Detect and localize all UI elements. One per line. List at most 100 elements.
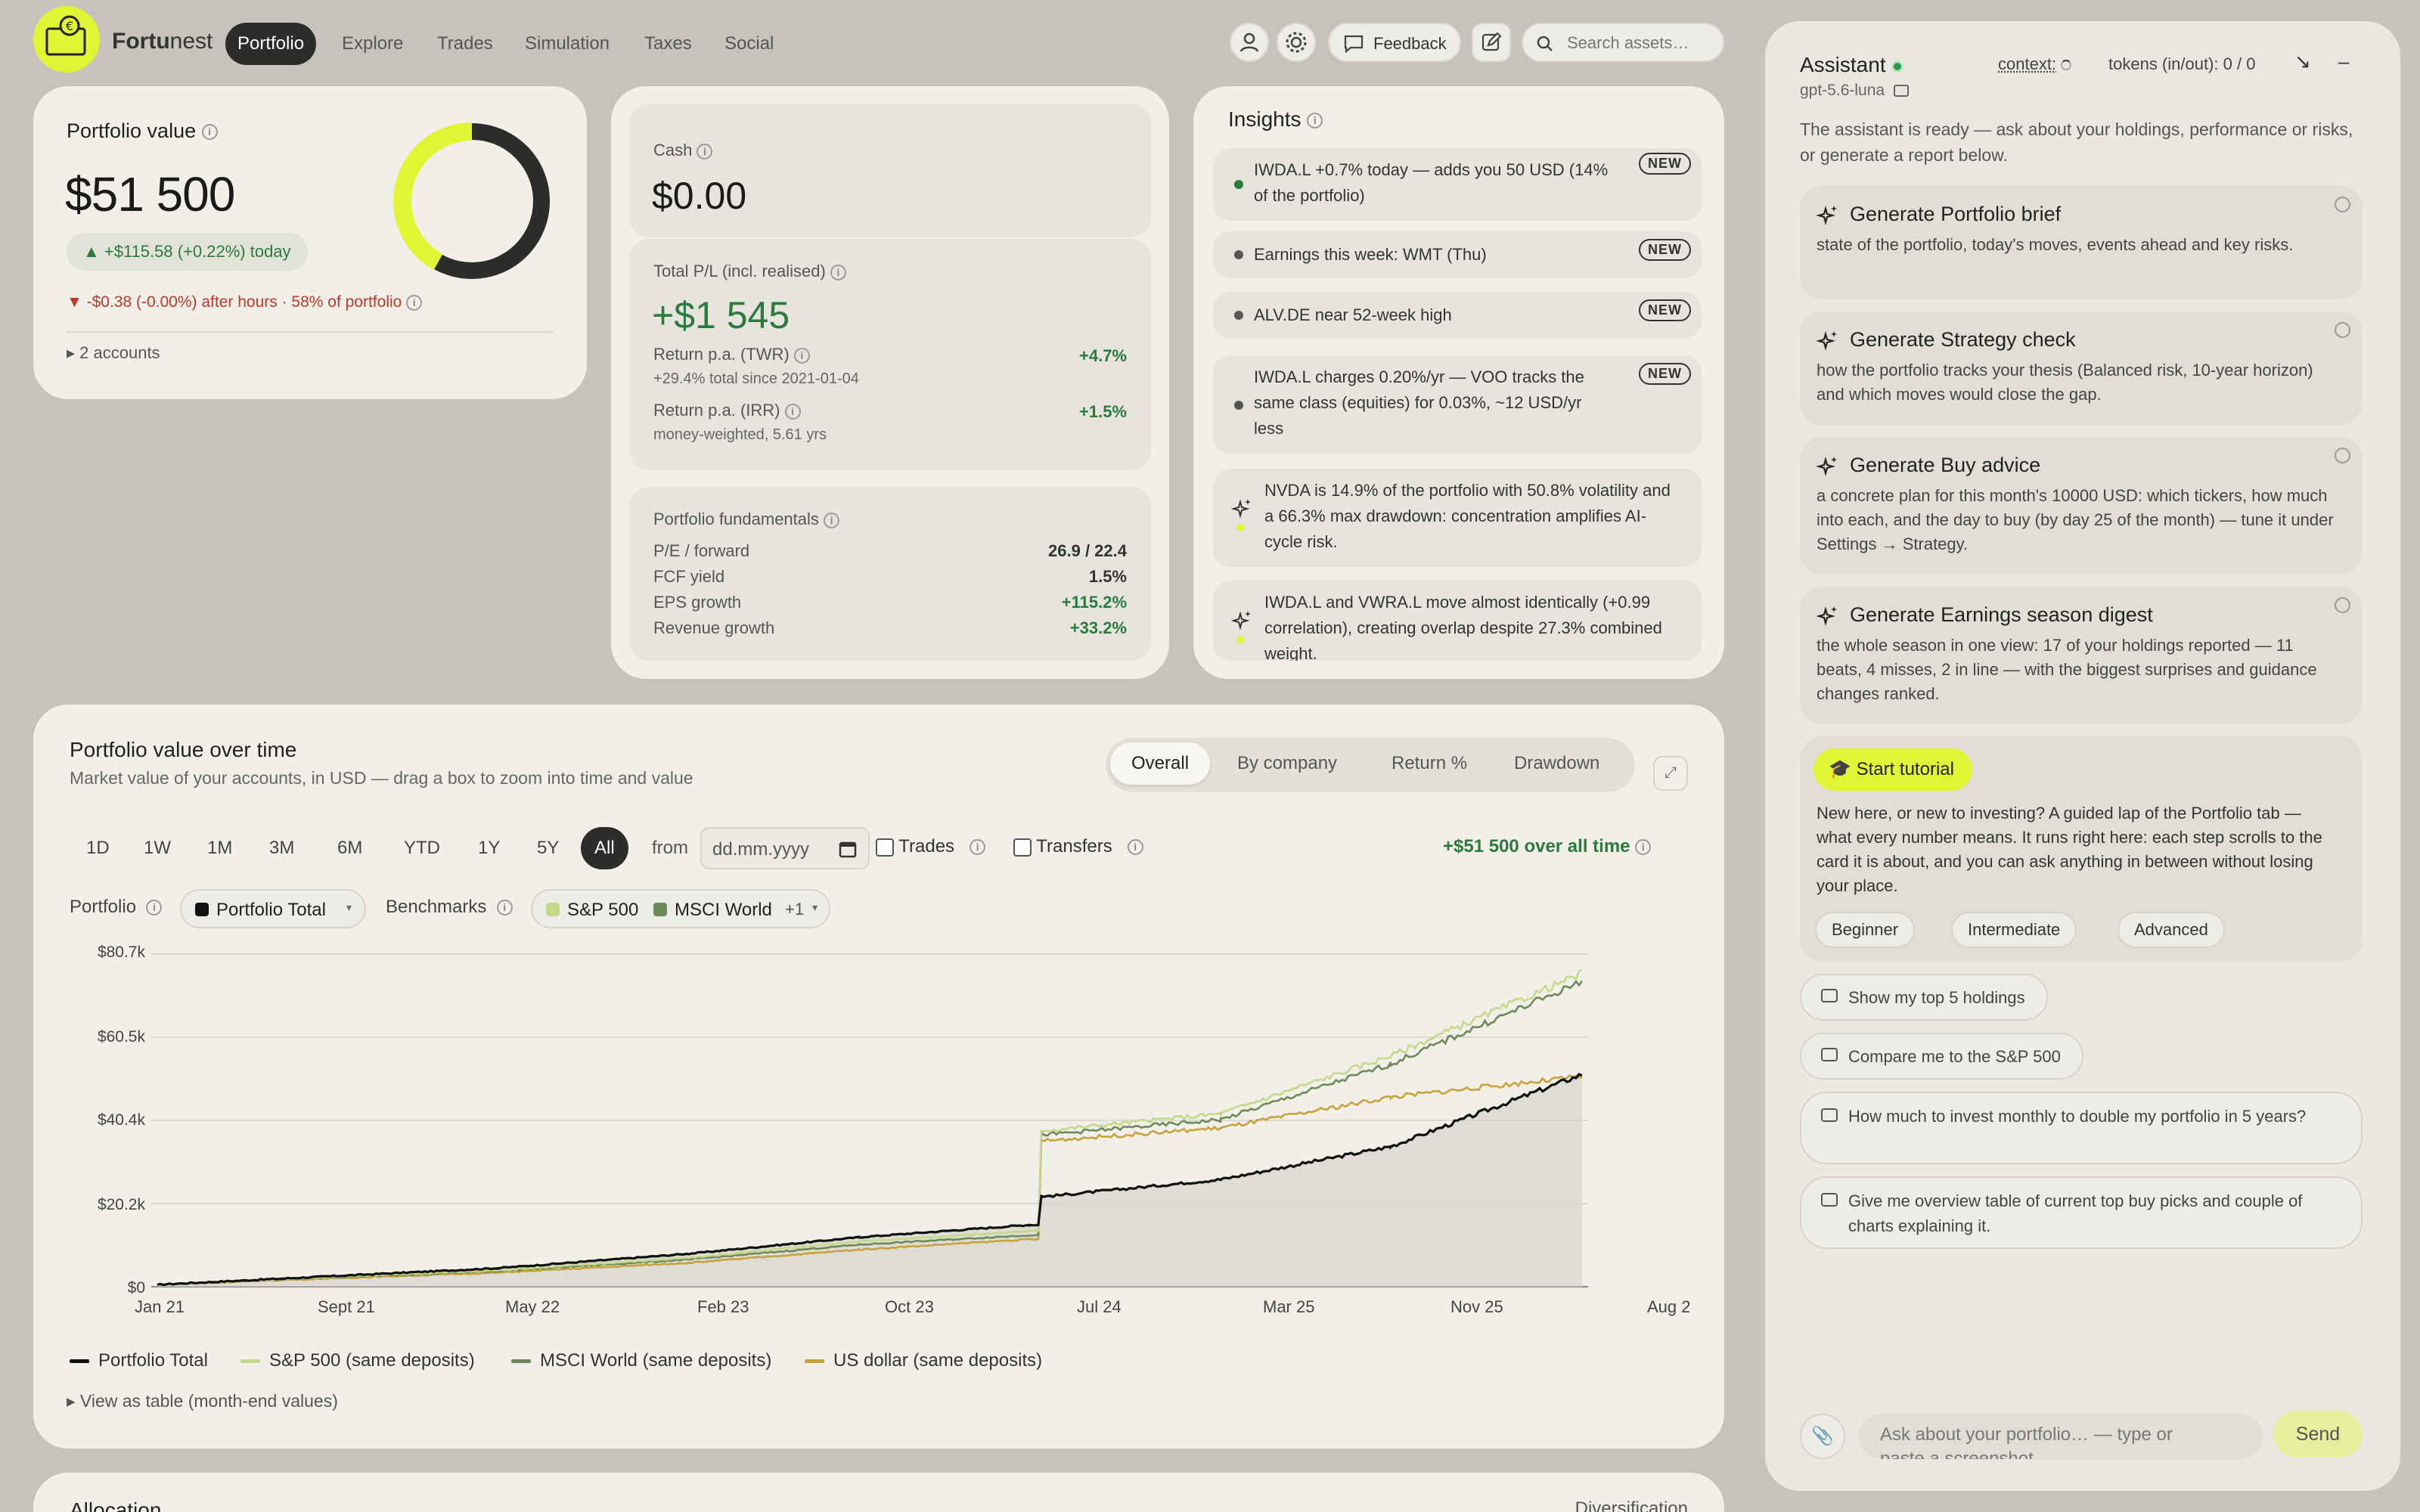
legend-msci-world[interactable]: MSCI World (same deposits)	[511, 1350, 771, 1371]
value-line-chart[interactable]	[151, 945, 1588, 1293]
search-icon	[1537, 36, 1553, 51]
start-tutorial-button[interactable]: 🎓 Start tutorial	[1813, 748, 1972, 791]
search-box[interactable]	[1522, 23, 1724, 62]
chart-card-title: Portfolio value over time	[70, 738, 297, 761]
suggestion-compare-sp500[interactable]: Compare me to the S&P 500	[1800, 1033, 2083, 1080]
generate-earnings-digest[interactable]: Generate Earnings season digest the whol…	[1800, 587, 2363, 724]
level-beginner[interactable]: Beginner	[1815, 912, 1916, 948]
suggestion-invest-monthly[interactable]: How much to invest monthly to double my …	[1800, 1092, 2363, 1164]
tab-explore[interactable]: Explore	[330, 23, 415, 65]
trades-toggle[interactable]: Trades i	[876, 836, 986, 857]
info-icon[interactable]: i	[970, 839, 986, 856]
chat-input-box[interactable]: Ask about your portfolio… — type or past…	[1859, 1414, 2263, 1459]
compose-button[interactable]	[1472, 23, 1511, 62]
collapse-arrow-icon[interactable]: ↘	[2294, 50, 2311, 73]
info-icon[interactable]: i	[406, 294, 423, 311]
insight-item[interactable]: IWDA.L charges 0.20%/yr — VOO tracks the…	[1213, 355, 1702, 454]
info-icon[interactable]: i	[793, 347, 810, 364]
cash-label-row: Cash i	[653, 141, 713, 160]
info-icon[interactable]: i	[697, 143, 713, 160]
assistant-intro: The assistant is ready — ask about your …	[1800, 119, 2353, 165]
tab-social[interactable]: Social	[712, 23, 786, 65]
fundamental-label: P/E / forward	[653, 541, 750, 560]
level-intermediate[interactable]: Intermediate	[1951, 912, 2077, 948]
profile-button[interactable]	[1230, 23, 1269, 62]
info-icon[interactable]: i	[1127, 839, 1143, 856]
generate-buy-advice[interactable]: Generate Buy advice a concrete plan for …	[1800, 437, 2363, 575]
assistant-title-text: Assistant	[1800, 53, 1886, 76]
brand-name: Fortunest	[112, 29, 213, 54]
accounts-toggle[interactable]: ▸ 2 accounts	[67, 343, 160, 363]
transfers-toggle[interactable]: Transfers i	[1013, 836, 1143, 857]
view-tab-overall[interactable]: Overall	[1110, 742, 1211, 785]
info-icon[interactable]	[2335, 597, 2350, 613]
chat-input-placeholder: Ask about your portfolio… — type or past…	[1880, 1424, 2173, 1459]
info-icon[interactable]	[2335, 322, 2350, 338]
fundamental-label: EPS growth	[653, 593, 742, 612]
generate-portfolio-brief[interactable]: Generate Portfolio brief state of the po…	[1800, 186, 2363, 299]
portfolio-select-value: Portfolio Total	[216, 900, 326, 920]
from-label: from	[652, 838, 688, 858]
context-indicator[interactable]: context:	[1998, 54, 2072, 74]
benchmark-select[interactable]: S&P 500 MSCI World +1 ▾	[531, 889, 830, 928]
range-all[interactable]: All	[581, 827, 628, 869]
info-icon[interactable]: i	[146, 900, 163, 916]
info-icon[interactable]: i	[201, 124, 218, 141]
range-3m[interactable]: 3M	[256, 827, 308, 869]
transfers-checkbox[interactable]	[1013, 838, 1032, 857]
pl-label: Total P/L (incl. realised)	[653, 262, 826, 280]
range-5y[interactable]: 5Y	[523, 827, 572, 869]
info-icon[interactable]	[2335, 197, 2350, 212]
benchmark-more: +1	[785, 900, 805, 919]
view-tab-drawdown[interactable]: Drawdown	[1493, 742, 1621, 785]
view-as-table-toggle[interactable]: ▸ View as table (month-end values)	[67, 1391, 338, 1411]
range-ytd[interactable]: YTD	[390, 827, 454, 869]
tab-taxes[interactable]: Taxes	[632, 23, 704, 65]
brand-logo[interactable]: €	[33, 6, 100, 73]
info-icon[interactable]: i	[1307, 113, 1323, 129]
level-advanced[interactable]: Advanced	[2118, 912, 2225, 948]
tab-trades[interactable]: Trades	[425, 23, 505, 65]
suggestion-top-holdings[interactable]: Show my top 5 holdings	[1800, 974, 2048, 1021]
from-date-input[interactable]: dd.mm.yyyy	[700, 827, 870, 869]
range-1m[interactable]: 1M	[194, 827, 246, 869]
info-icon[interactable]: i	[824, 512, 840, 528]
legend-portfolio-total[interactable]: Portfolio Total	[70, 1350, 208, 1371]
trades-checkbox[interactable]	[876, 838, 894, 857]
insight-item[interactable]: Earnings this week: WMT (Thu) NEW	[1213, 231, 1702, 278]
legend-sp500[interactable]: S&P 500 (same deposits)	[240, 1350, 475, 1371]
legend-label: S&P 500 (same deposits)	[269, 1350, 475, 1371]
expand-button[interactable]: ⤢	[1653, 756, 1688, 791]
tab-portfolio[interactable]: Portfolio	[225, 23, 317, 65]
feedback-button[interactable]: Feedback	[1328, 23, 1461, 62]
portfolio-select[interactable]: Portfolio Total ▾	[180, 889, 366, 928]
summary-card: Cash i $0.00 Total P/L (incl. realised) …	[611, 86, 1169, 679]
insight-item[interactable]: IWDA.L +0.7% today — adds you 50 USD (14…	[1213, 148, 1702, 221]
send-button[interactable]: Send	[2273, 1411, 2363, 1458]
legend-us-dollar[interactable]: US dollar (same deposits)	[805, 1350, 1042, 1371]
info-icon[interactable]	[2335, 448, 2350, 463]
range-1d[interactable]: 1D	[73, 827, 123, 869]
settings-button[interactable]	[1277, 23, 1316, 62]
tab-simulation[interactable]: Simulation	[513, 23, 622, 65]
minimize-icon[interactable]: –	[2338, 50, 2349, 73]
edit-icon	[1481, 32, 1502, 51]
view-tab-return[interactable]: Return %	[1370, 742, 1488, 785]
attach-button[interactable]: 📎	[1800, 1414, 1845, 1459]
search-input[interactable]	[1567, 32, 1715, 54]
info-icon[interactable]: i	[496, 900, 513, 916]
cash-amount: $0.00	[652, 175, 747, 217]
benchmarks-label-row: Benchmarks i	[386, 897, 513, 918]
suggestion-top-buy-picks[interactable]: Give me overview table of current top bu…	[1800, 1176, 2363, 1249]
range-1y[interactable]: 1Y	[464, 827, 513, 869]
insight-item[interactable]: ALV.DE near 52-week high NEW	[1213, 292, 1702, 339]
info-icon[interactable]: i	[830, 264, 846, 280]
info-icon[interactable]: i	[1635, 839, 1652, 856]
insight-item[interactable]: NVDA is 14.9% of the portfolio with 50.8…	[1213, 469, 1702, 567]
info-icon[interactable]: i	[784, 403, 801, 420]
view-tab-by-company[interactable]: By company	[1216, 742, 1358, 785]
range-6m[interactable]: 6M	[324, 827, 376, 869]
range-1w[interactable]: 1W	[130, 827, 185, 869]
insight-item[interactable]: IWDA.L and VWRA.L move almost identicall…	[1213, 581, 1702, 661]
generate-strategy-check[interactable]: Generate Strategy check how the portfoli…	[1800, 311, 2363, 425]
